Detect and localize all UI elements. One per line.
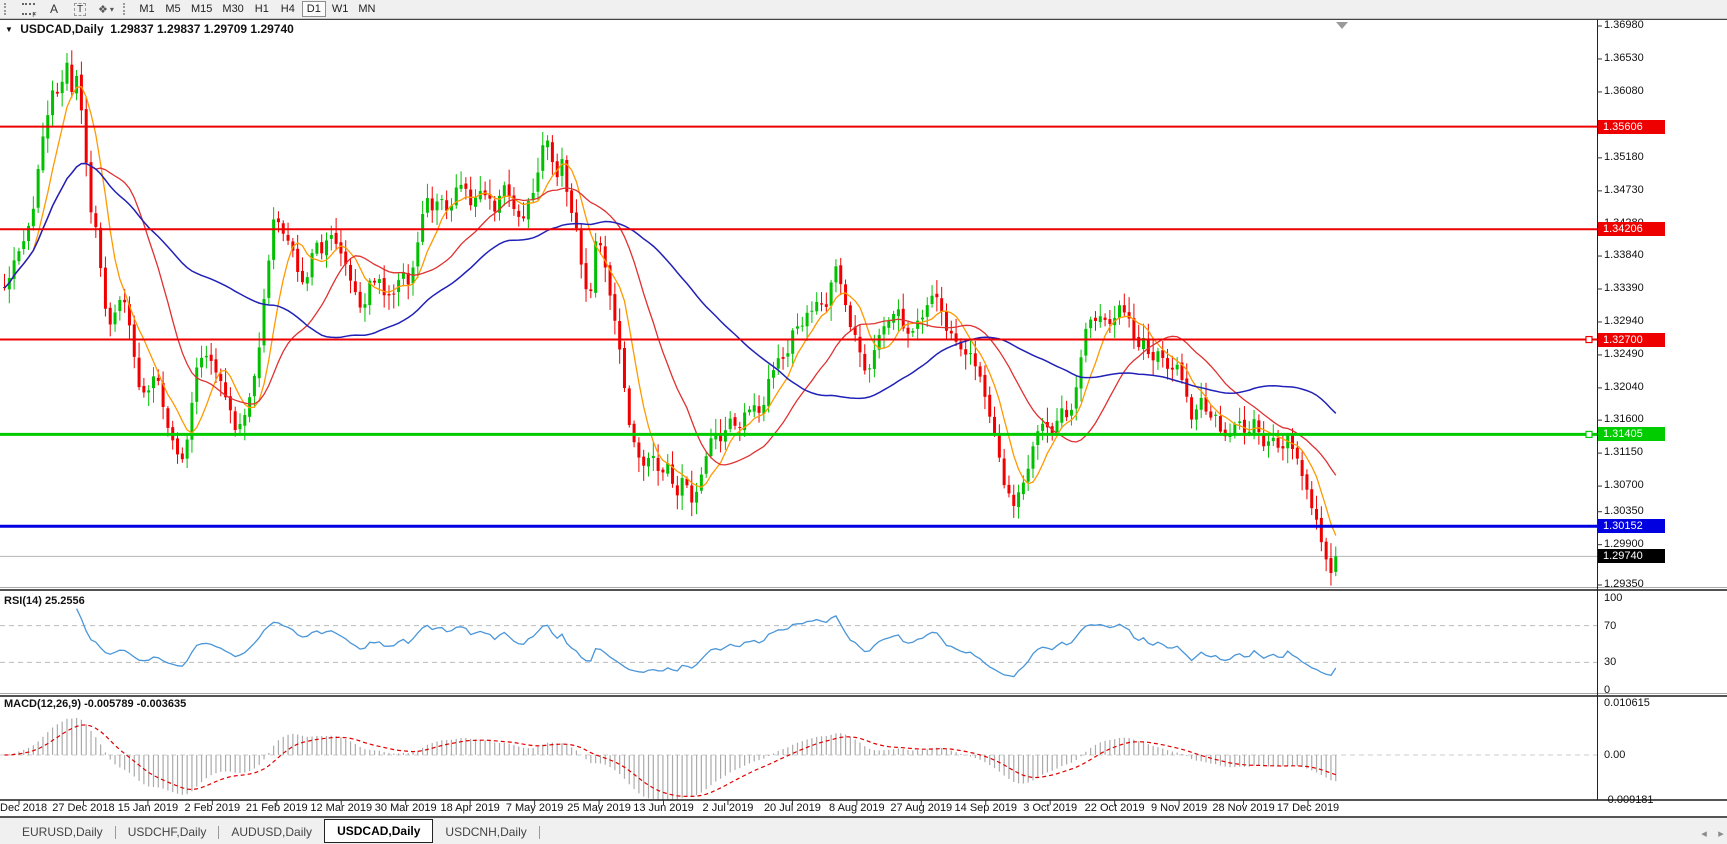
chart-tab-usdchf[interactable]: USDCHF,Daily — [116, 822, 219, 842]
timeframe-button-w1[interactable]: W1 — [328, 1, 353, 17]
rsi-pane[interactable] — [0, 591, 1597, 693]
price-tick-label: 1.36080 — [1604, 85, 1644, 97]
chart-tab-usdcad[interactable]: USDCAD,Daily — [324, 819, 433, 843]
tab-scroll-left-button[interactable]: ◂ — [1697, 826, 1711, 840]
current-price-badge: 1.29740 — [1598, 549, 1665, 563]
price-tick-label: 1.35180 — [1604, 151, 1644, 163]
price-tick-label: 1.31150 — [1604, 446, 1643, 458]
chart-tabs: EURUSD,DailyUSDCHF,DailyAUDUSD,DailyUSDC… — [10, 821, 540, 843]
macd-scale-label: 0.010615 — [1604, 697, 1650, 709]
level-price-badge: 1.30152 — [1598, 519, 1665, 533]
timeframe-toolbar-drag-handle[interactable] — [123, 3, 129, 15]
timeframe-button-h1[interactable]: H1 — [250, 1, 274, 17]
price-tick-label: 1.31600 — [1604, 413, 1644, 425]
price-tick-label: 1.36980 — [1604, 19, 1644, 31]
date-axis-label: 17 Dec 2019 — [1263, 802, 1353, 814]
price-tick-label: 1.36530 — [1604, 52, 1644, 64]
chart-plot-area[interactable] — [0, 19, 1597, 587]
timeframe-button-d1[interactable]: D1 — [302, 1, 326, 17]
price-tick-label: 1.33840 — [1604, 249, 1644, 261]
timeframe-button-m15[interactable]: M15 — [187, 1, 216, 17]
chart-tab-audusd[interactable]: AUDUSD,Daily — [219, 822, 324, 842]
price-axis[interactable] — [1598, 19, 1727, 800]
rsi-scale-label: 70 — [1604, 620, 1616, 632]
rsi-scale-label: 0 — [1604, 684, 1610, 696]
price-tick-label: 1.32490 — [1604, 348, 1644, 360]
price-tick-label: 1.33390 — [1604, 282, 1644, 294]
price-tick-label: 1.29350 — [1604, 578, 1644, 590]
chart-tab-bar: EURUSD,DailyUSDCHF,DailyAUDUSD,DailyUSDC… — [0, 816, 1727, 844]
price-tick-label: 1.30700 — [1604, 479, 1644, 491]
top-toolbar: F A T ❖ ▾ M1M5M15M30H1H4D1W1MN — [0, 0, 1727, 19]
toolbar-drag-handle[interactable] — [4, 3, 10, 15]
price-tick-label: 1.30350 — [1604, 505, 1644, 517]
price-tick-label: 1.29900 — [1604, 538, 1644, 550]
level-price-badge: 1.32700 — [1598, 333, 1665, 347]
left-arrow-icon: ◂ — [1701, 827, 1707, 840]
timeframe-button-mn[interactable]: MN — [354, 1, 379, 17]
tab-scroll-right-button[interactable]: ▸ — [1714, 826, 1727, 840]
right-arrow-icon: ▸ — [1718, 827, 1724, 840]
trading-platform-window: F A T ❖ ▾ M1M5M15M30H1H4D1W1MN ▼ USDCAD,… — [0, 0, 1727, 844]
tab-separator — [539, 826, 540, 839]
text-label-icon: T — [74, 3, 86, 16]
rsi-scale-label: 100 — [1604, 592, 1622, 604]
chart-tab-usdcnh[interactable]: USDCNH,Daily — [433, 822, 538, 842]
timeframe-button-m30[interactable]: M30 — [218, 1, 247, 17]
chart-tab-eurusd[interactable]: EURUSD,Daily — [10, 822, 115, 842]
level-price-badge: 1.34206 — [1598, 222, 1665, 236]
text-label-tool-button[interactable]: T — [68, 1, 92, 17]
fibonacci-icon: F — [22, 3, 35, 15]
timeframe-button-m1[interactable]: M1 — [135, 1, 159, 17]
macd-scale-label: -0.009181 — [1604, 794, 1654, 806]
timeframe-button-m5[interactable]: M5 — [161, 1, 185, 17]
chevron-down-icon: ▾ — [110, 5, 114, 14]
level-price-badge: 1.31405 — [1598, 427, 1665, 441]
fibonacci-tool-button[interactable]: F — [16, 1, 40, 17]
arrows-icon: ❖ — [98, 3, 108, 16]
text-tool-icon: A — [50, 2, 58, 16]
macd-pane[interactable] — [0, 696, 1597, 800]
rsi-scale-label: 30 — [1604, 656, 1616, 668]
arrows-tool-button[interactable]: ❖ ▾ — [94, 1, 118, 17]
text-tool-button[interactable]: A — [42, 1, 66, 17]
price-tick-label: 1.32940 — [1604, 315, 1644, 327]
price-tick-label: 1.34730 — [1604, 184, 1644, 196]
timeframe-group: M1M5M15M30H1H4D1W1MN — [134, 1, 380, 17]
timeframe-button-h4[interactable]: H4 — [276, 1, 300, 17]
chart-window: ▼ USDCAD,Daily 1.29837 1.29837 1.29709 1… — [0, 19, 1727, 815]
level-price-badge: 1.35606 — [1598, 120, 1665, 134]
macd-scale-label: 0.00 — [1604, 749, 1625, 761]
price-tick-label: 1.32040 — [1604, 381, 1644, 393]
